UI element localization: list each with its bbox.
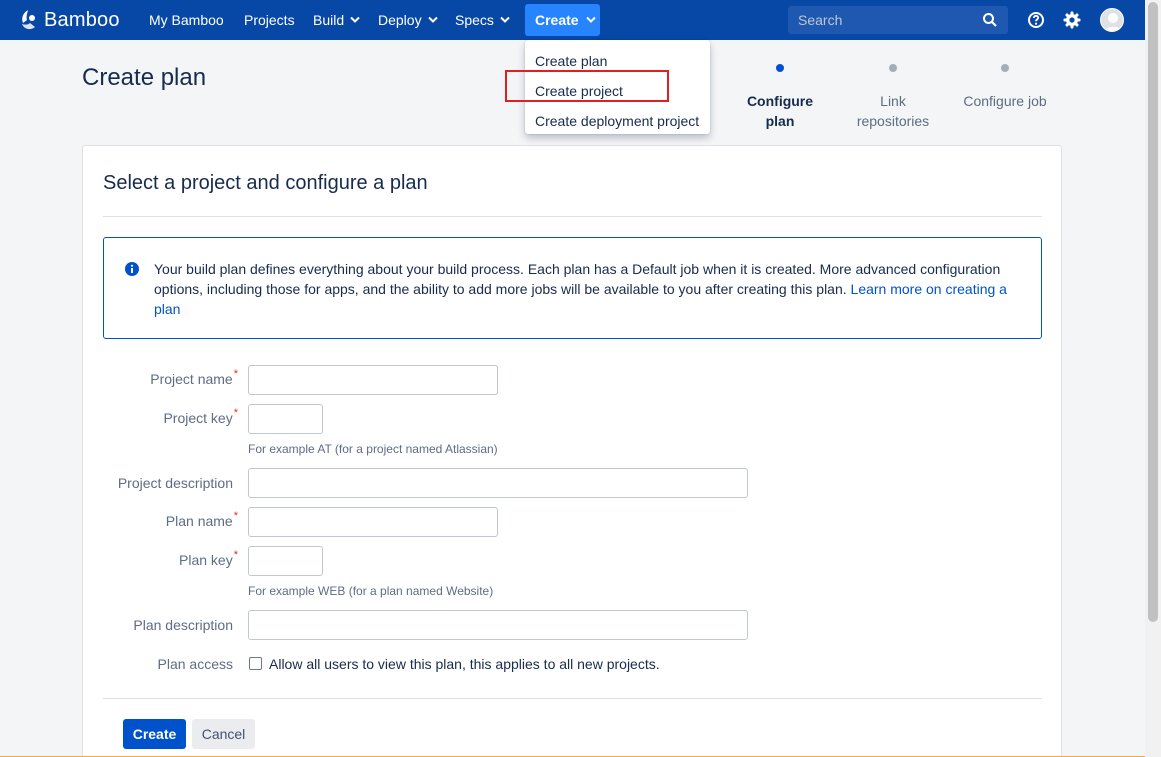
page-title: Create plan — [82, 64, 207, 91]
step-label: Link repositories — [856, 93, 930, 129]
project-key-field — [248, 404, 323, 434]
project-key-input[interactable] — [249, 405, 322, 433]
help-icon[interactable] — [1027, 11, 1045, 29]
plan-key-label: Plan key* — [38, 549, 238, 568]
step-configure-job: Configure job — [945, 60, 1065, 111]
menu-item-create-deployment-project[interactable]: Create deployment project — [525, 106, 710, 136]
plan-description-field — [248, 610, 748, 640]
bamboo-logo-icon — [22, 10, 35, 30]
nav-build[interactable]: Build — [313, 0, 360, 40]
project-name-label: Project name* — [38, 368, 238, 387]
vertical-scrollbar[interactable] — [1145, 0, 1161, 757]
plan-description-label: Plan description — [133, 617, 233, 633]
top-nav: Bamboo My Bamboo Projects Build Deploy S… — [0, 0, 1145, 40]
label-text: Project name — [150, 371, 233, 387]
create-button[interactable]: Create — [123, 719, 186, 749]
project-description-input[interactable] — [249, 469, 747, 497]
scroll-thumb[interactable] — [1148, 2, 1158, 622]
step-configure-plan: Configure plan — [720, 60, 840, 131]
chevron-down-icon — [427, 16, 438, 23]
plan-name-label: Plan name* — [38, 510, 238, 529]
chevron-down-icon — [585, 16, 596, 23]
chevron-down-icon — [350, 16, 360, 23]
plan-name-field — [248, 507, 498, 537]
plan-key-input[interactable] — [249, 547, 322, 575]
info-icon — [125, 262, 139, 276]
info-text: Your build plan defines everything about… — [154, 259, 1024, 319]
cancel-button[interactable]: Cancel — [192, 719, 255, 749]
nav-label: Projects — [244, 12, 295, 28]
form-card: Select a project and configure a plan Yo… — [82, 145, 1062, 757]
info-message: Your build plan defines everything about… — [103, 237, 1042, 339]
step-dot — [776, 64, 784, 72]
plan-access-checkbox[interactable] — [249, 657, 262, 670]
plan-description-input[interactable] — [249, 611, 747, 639]
divider — [103, 698, 1042, 699]
step-dot — [1001, 64, 1009, 72]
required-asterisk: * — [233, 407, 238, 419]
nav-label: My Bamboo — [149, 12, 224, 28]
project-description-label: Project description — [117, 475, 233, 491]
chevron-down-icon — [500, 16, 510, 23]
step-dot — [889, 64, 897, 72]
gear-icon[interactable] — [1063, 11, 1081, 29]
nav-projects[interactable]: Projects — [244, 0, 295, 40]
plan-key-hint: For example WEB (for a plan named Websit… — [248, 584, 494, 598]
required-asterisk: * — [233, 549, 238, 561]
label-text: Plan name — [165, 513, 233, 529]
required-asterisk: * — [233, 510, 238, 522]
project-name-field — [248, 365, 498, 395]
label-text: Plan key — [179, 552, 233, 568]
label-text: Project key — [163, 410, 233, 426]
nav-deploy[interactable]: Deploy — [378, 0, 438, 40]
nav-specs[interactable]: Specs — [455, 0, 510, 40]
step-link-repositories: Link repositories — [833, 60, 953, 131]
brand-logo[interactable]: Bamboo — [18, 8, 120, 32]
divider — [103, 216, 1042, 217]
project-key-label: Project key* — [38, 407, 238, 426]
nav-label: Deploy — [378, 12, 422, 28]
required-asterisk: * — [233, 368, 238, 380]
step-label: Configure plan — [746, 93, 814, 129]
step-label: Configure job — [963, 93, 1047, 109]
highlight-annotation-box — [505, 70, 669, 102]
nav-label: Specs — [455, 12, 494, 28]
plan-access-label: Plan access — [157, 656, 233, 672]
project-key-hint: For example AT (for a project named Atla… — [248, 442, 498, 456]
nav-label: Build — [313, 12, 345, 28]
search-icon[interactable] — [982, 12, 998, 28]
plan-name-input[interactable] — [249, 508, 497, 536]
user-avatar-icon — [1103, 13, 1123, 31]
project-description-field — [248, 468, 748, 498]
search-input[interactable] — [788, 6, 978, 34]
plan-key-field — [248, 546, 323, 576]
avatar[interactable] — [1100, 8, 1124, 32]
brand-name: Bamboo — [44, 8, 120, 31]
search-box — [788, 6, 1008, 34]
form-heading: Select a project and configure a plan — [103, 172, 428, 194]
create-label: Create — [535, 12, 579, 28]
plan-access-checkbox-label[interactable]: Allow all users to view this plan, this … — [269, 656, 660, 672]
create-menu-button[interactable]: Create — [525, 4, 600, 36]
nav-my-bamboo[interactable]: My Bamboo — [149, 0, 224, 40]
project-name-input[interactable] — [249, 366, 497, 394]
